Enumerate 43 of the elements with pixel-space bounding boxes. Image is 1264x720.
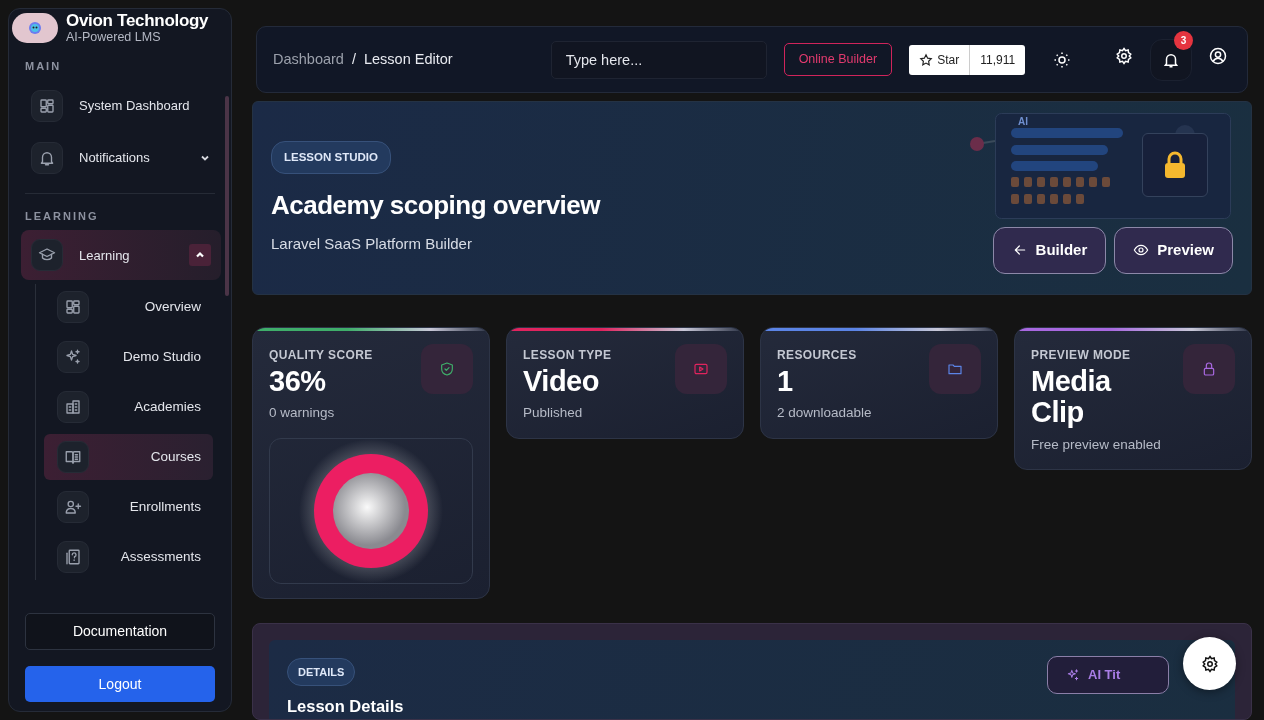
stat-caption: 2 downloadable: [777, 404, 873, 423]
details-badge: DETAILS: [287, 657, 356, 687]
documentation-button[interactable]: Documentation: [25, 613, 215, 650]
sidebar-item[interactable]: Learning: [21, 230, 221, 281]
stat-caption: 0 warnings: [269, 404, 336, 423]
stat-label: QUALITY SCORE: [269, 347, 374, 364]
breadcrumb-separator: /: [351, 49, 356, 69]
submenu-item[interactable]: Courses: [44, 434, 213, 481]
submenu-item[interactable]: Assessments: [44, 534, 213, 581]
section-title: Lesson Details: [287, 696, 405, 718]
stat-value: Media Clip: [1031, 366, 1113, 429]
stat-label: PREVIEW MODE: [1031, 347, 1132, 364]
builder-button[interactable]: Builder: [992, 226, 1107, 274]
search-field[interactable]: Type here...: [550, 40, 767, 79]
illustration-label: AI: [1018, 114, 1028, 129]
stat-caption: Published: [523, 404, 584, 423]
submenu-item[interactable]: Overview: [44, 284, 213, 331]
breadcrumb-current: Lesson Editor: [363, 49, 453, 69]
preview-button[interactable]: Preview: [1114, 226, 1233, 274]
online-builder-button[interactable]: Online Builder: [783, 43, 893, 76]
lesson-studio-badge: LESSON STUDIO: [271, 140, 391, 174]
brand-name: Ovion Technology: [66, 12, 209, 31]
submenu-item[interactable]: Enrollments: [44, 484, 213, 531]
sidebar-item[interactable]: Notifications: [9, 132, 231, 183]
stat-value: Video: [523, 366, 600, 398]
page-subtitle: Laravel SaaS Platform Builder: [271, 233, 473, 254]
page-title: Academy scoping overview: [271, 188, 602, 222]
section-heading: MAIN: [24, 59, 63, 75]
breadcrumb-link[interactable]: Dashboard: [273, 48, 344, 71]
stat-value: 1: [777, 366, 794, 398]
sidebar-item[interactable]: System Dashboard: [9, 80, 231, 131]
logout-button[interactable]: Logout: [25, 666, 215, 702]
stat-label: RESOURCES: [777, 347, 858, 364]
stat-value: 36%: [269, 366, 327, 398]
star-count: 11,911: [969, 44, 1026, 75]
submenu-item[interactable]: Demo Studio: [44, 334, 213, 381]
brand-tagline: AI-Powered LMS: [66, 30, 162, 45]
stat-caption: Free preview enabled: [1031, 435, 1162, 454]
section-heading: LEARNING: [24, 208, 100, 224]
submenu-item[interactable]: Academies: [44, 384, 213, 431]
notification-badge: 3: [1174, 30, 1194, 50]
ai-title-button[interactable]: AI Tit: [1047, 655, 1169, 694]
stat-label: LESSON TYPE: [523, 347, 613, 364]
